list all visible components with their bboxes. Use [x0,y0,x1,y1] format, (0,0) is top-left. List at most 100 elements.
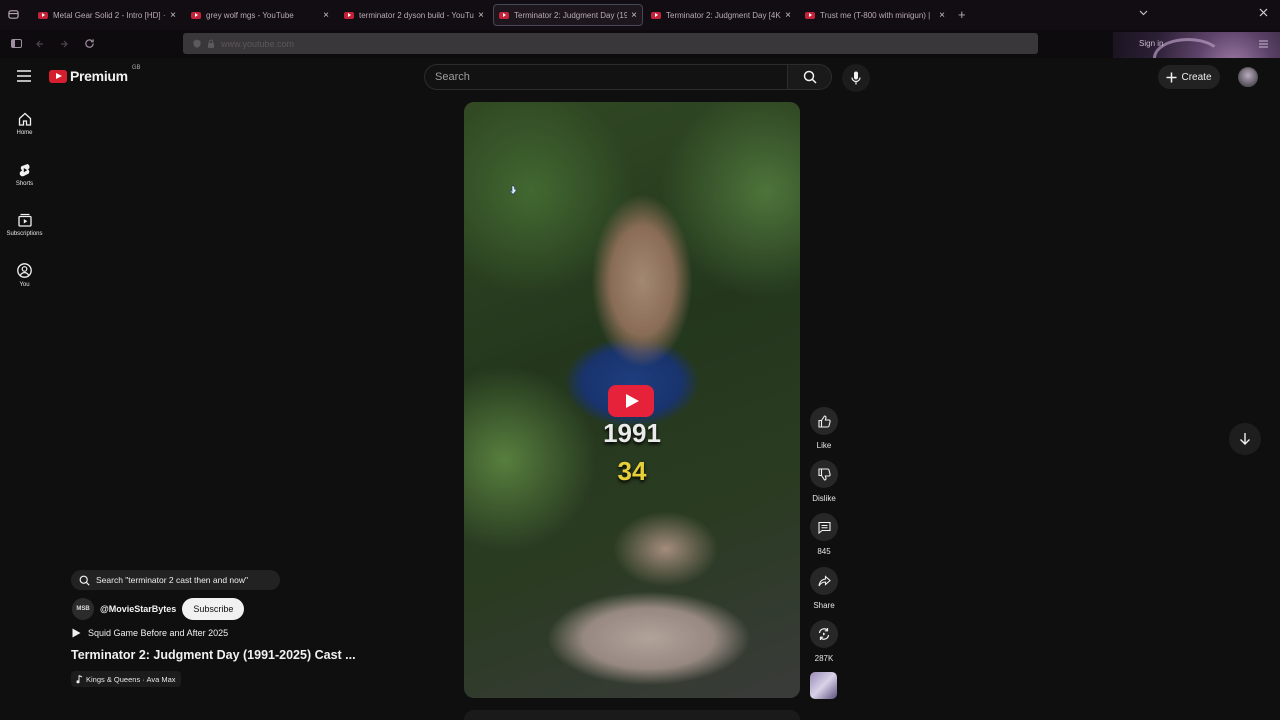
logo-wordmark: Premium [70,68,128,84]
play-button[interactable] [608,385,654,417]
hamburger-menu-icon[interactable] [17,70,31,82]
menu-icon[interactable] [1259,40,1268,48]
sidebar-item-label: Subscriptions [6,231,43,237]
window-close-icon[interactable] [1259,8,1268,17]
reload-icon[interactable] [84,38,95,49]
search-button[interactable] [788,64,832,90]
tab-title: Terminator 2: Judgment Day (19 [514,10,628,20]
lock-icon [207,39,215,48]
sidebar-item-subscriptions[interactable]: Subscriptions [0,213,49,237]
tab-title: terminator 2 dyson build - YouTube [359,10,475,20]
browser-tab-bar: Metal Gear Solid 2 - Intro [HD] · × grey… [0,0,1280,30]
new-tab-button[interactable]: + [958,7,966,22]
sidebar-item-shorts[interactable]: Shorts [0,163,49,187]
channel-handle[interactable]: @MovieStarBytes [100,604,176,614]
search-icon [79,575,90,586]
youtube-favicon-icon [499,11,509,19]
video-overlay-year: 1991 [603,418,661,448]
related-search-suggestion[interactable]: Search "terminator 2 cast then and now" [71,570,280,590]
youtube-logo-icon [49,69,67,83]
sidebar-item-label: You [19,282,30,288]
arrow-down-icon [1239,432,1251,446]
create-label: Create [1181,71,1212,83]
shield-icon [193,39,201,48]
next-short-button[interactable] [1229,423,1261,455]
comments-button[interactable]: 845 [809,513,839,556]
tab-title: Metal Gear Solid 2 - Intro [HD] · [53,10,166,20]
browser-tab[interactable]: grey wolf mgs - YouTube × [191,5,329,25]
comments-count: 845 [817,547,831,556]
comment-icon [817,521,831,534]
thumbs-down-icon [817,467,831,481]
sound-thumbnail[interactable] [810,672,837,699]
youtube-favicon-icon [651,11,661,19]
country-code: GB [131,65,141,71]
sidebar-item-label: Home [16,130,33,136]
back-icon[interactable] [35,39,45,49]
channel-avatar[interactable]: MSB [72,598,94,620]
tab-close-icon[interactable]: × [631,10,637,21]
home-icon [18,112,32,126]
remix-icon [817,627,831,641]
mouse-cursor-icon [509,182,517,200]
remix-button[interactable]: 287K [809,620,839,663]
microphone-icon [851,71,861,85]
browser-tab[interactable]: Terminator 2: Judgment Day [4K × [651,5,791,25]
dislike-label: Dislike [812,494,836,503]
tab-close-icon[interactable]: × [323,10,329,21]
sign-in-button[interactable]: Sign in [1139,39,1163,48]
tab-close-icon[interactable]: × [170,10,176,21]
forward-icon[interactable] [59,39,69,49]
shorts-icon [19,163,31,177]
dislike-button[interactable]: Dislike [809,460,839,503]
like-label: Like [816,441,832,450]
youtube-premium-logo[interactable]: Premium GB [49,65,141,84]
youtube-masthead: Premium GB Search Create [0,58,1280,98]
sidebar-toggle-icon[interactable] [11,39,22,48]
url-text: www.youtube.com [221,38,295,49]
search-placeholder: Search [435,71,470,83]
share-button[interactable]: Share [809,567,839,610]
search-input[interactable]: Search [424,64,788,90]
thumbs-up-icon [817,414,831,428]
tab-title: grey wolf mgs - YouTube [206,10,294,20]
account-avatar[interactable] [1238,67,1258,87]
share-label: Share [813,601,835,610]
browser-tab[interactable]: Trust me (T-800 with minigun) | × [805,5,945,25]
channel-row: MSB @MovieStarBytes Subscribe [72,598,245,620]
tab-close-icon[interactable]: × [478,10,484,21]
video-title[interactable]: Terminator 2: Judgment Day (1991-2025) C… [71,648,356,662]
browser-tab-active[interactable]: Terminator 2: Judgment Day (19 × [493,4,643,26]
music-label: Kings & Queens · Ava Max [86,674,176,684]
youtube-favicon-icon [344,11,354,19]
video-overlay-age: 34 [617,456,647,486]
tab-overview-icon[interactable] [8,9,19,20]
tab-close-icon[interactable]: × [785,10,791,21]
share-icon [817,574,831,588]
playlist-label: Squid Game Before and After 2025 [88,628,229,638]
subscribe-button[interactable]: Subscribe [182,598,245,620]
create-button[interactable]: Create [1158,65,1220,89]
sidebar-item-home[interactable]: Home [0,112,49,136]
youtube-page: Premium GB Search Create Home Shorts Sub… [0,58,1280,720]
playlist-link[interactable]: Squid Game Before and After 2025 [72,628,228,638]
plus-icon [1166,72,1177,83]
subscriptions-icon [17,213,32,227]
you-icon [17,263,32,278]
music-attribution[interactable]: Kings & Queens · Ava Max [71,671,181,687]
voice-search-button[interactable] [842,64,870,92]
browser-tab[interactable]: Metal Gear Solid 2 - Intro [HD] · × [38,5,176,25]
tab-title: Terminator 2: Judgment Day [4K [666,10,781,20]
tab-close-icon[interactable]: × [939,10,945,21]
chevron-down-icon[interactable] [1139,10,1148,16]
remix-count: 287K [814,654,834,663]
tab-title: Trust me (T-800 with minigun) | [820,10,931,20]
url-field[interactable]: www.youtube.com [183,33,1038,54]
youtube-favicon-icon [191,11,201,19]
browser-tab[interactable]: terminator 2 dyson build - YouTube × [344,5,484,25]
sidebar-item-you[interactable]: You [0,263,49,288]
like-button[interactable]: Like [809,407,839,450]
search-icon [803,70,817,84]
search-suggestion-text: Search "terminator 2 cast then and now" [96,575,249,585]
sidebar-item-label: Shorts [15,181,34,187]
